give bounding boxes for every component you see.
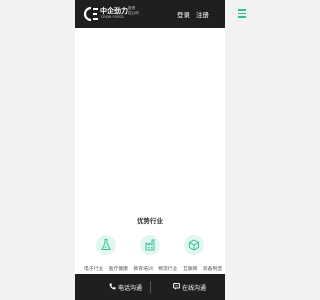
factory-icon <box>145 239 155 251</box>
industry-label: 互联网 <box>182 267 198 272</box>
mobile-page: 中企劲力 CREW FORCE 投资 控公司 登录 注册 优势行业 电子行业 医… <box>75 0 225 300</box>
industry-label: 物流行业 <box>158 267 178 272</box>
logo-tagline-2: 控公司 <box>128 11 139 15</box>
menu-line <box>238 16 246 18</box>
phone-label: 电话沟通 <box>118 284 143 292</box>
industry-icon-manufacturing[interactable] <box>140 235 160 255</box>
header: 中企劲力 CREW FORCE 投资 控公司 登录 注册 <box>75 0 225 28</box>
chat-icon <box>173 283 180 290</box>
beaker-icon <box>101 239 111 250</box>
logo-tagline: 投资 控公司 <box>128 6 139 16</box>
industry-icon-logistics[interactable] <box>184 235 204 255</box>
industry-label: 装备制造 <box>202 267 223 272</box>
logo-english: CREW FORCE <box>101 15 125 19</box>
menu-icon[interactable] <box>238 9 248 18</box>
menu-line <box>238 12 246 14</box>
section-title: 优势行业 <box>137 217 163 225</box>
logo-mark-icon <box>83 7 98 21</box>
chat-label: 在线沟通 <box>182 284 207 292</box>
register-link[interactable]: 注册 <box>196 9 209 19</box>
industry-icon-electronics[interactable] <box>96 235 116 255</box>
auth-nav: 登录 注册 <box>177 9 209 19</box>
industry-labels: 电子行业 医疗健康 教育培训 物流行业 互联网 装备制造 日化 <box>84 265 225 272</box>
menu-line <box>238 9 246 11</box>
bar-divider <box>150 281 151 293</box>
industry-label: 教育培训 <box>133 267 153 272</box>
phone-icon <box>109 283 116 290</box>
content-area <box>75 28 225 193</box>
industry-label: 医疗健康 <box>108 267 128 272</box>
industry-label: 电子行业 <box>84 267 104 272</box>
box-icon <box>189 239 199 251</box>
login-link[interactable]: 登录 <box>177 9 190 19</box>
bottom-contact-bar: 电话沟通 在线沟通 <box>75 274 225 300</box>
